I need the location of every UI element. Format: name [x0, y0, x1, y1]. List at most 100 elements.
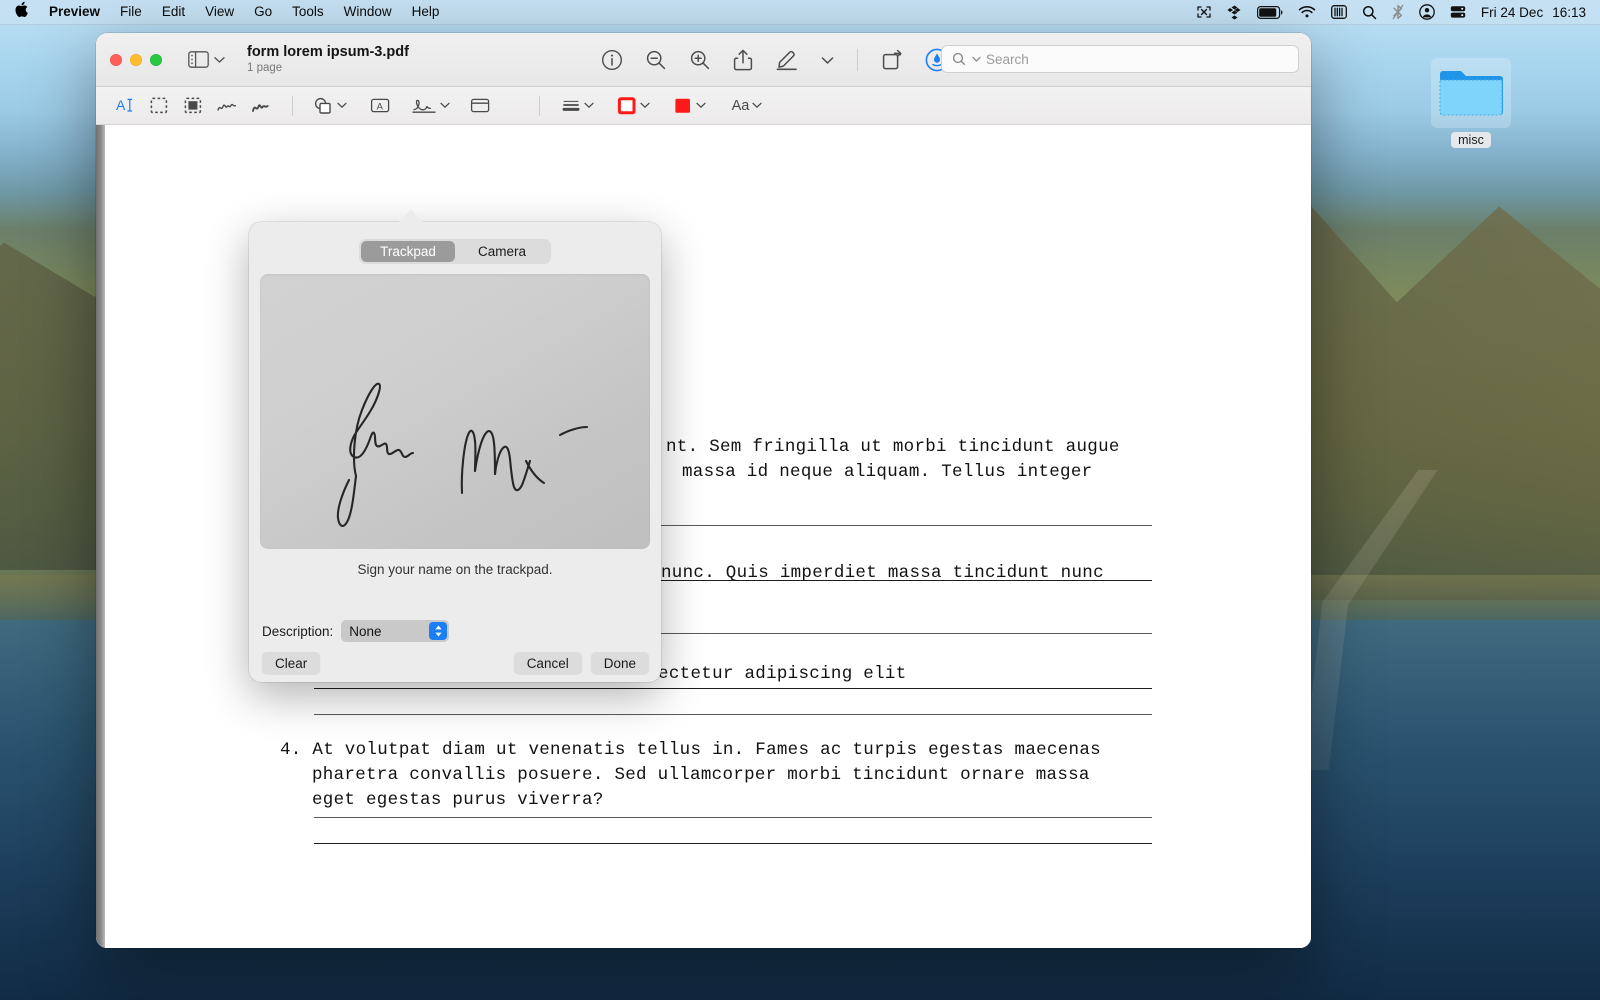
info-icon[interactable] — [601, 49, 623, 71]
sidebar-icon — [188, 51, 209, 68]
trackpad-signature-canvas[interactable] — [260, 274, 650, 549]
form-rule — [314, 817, 1152, 818]
page-title: form lorem ipsum-3.pdf — [247, 44, 409, 61]
zoom-out-icon[interactable] — [645, 49, 667, 71]
svg-text:A: A — [377, 101, 384, 112]
document-title-block: form lorem ipsum-3.pdf 1 page — [247, 44, 409, 76]
now-playing-icon[interactable] — [1450, 3, 1466, 21]
form-rule — [314, 714, 1152, 715]
signature-source-tabs: Trackpad Camera — [359, 239, 551, 264]
dropbox-icon[interactable] — [1227, 3, 1242, 21]
menu-item-tools[interactable]: Tools — [282, 3, 334, 21]
signature-drawing — [260, 274, 650, 549]
form-rule — [314, 688, 1152, 689]
menu-item-help[interactable]: Help — [402, 3, 450, 21]
menu-item-window[interactable]: Window — [334, 3, 402, 21]
markup-pen-icon[interactable] — [775, 49, 799, 71]
border-color-tool[interactable] — [610, 93, 656, 119]
signature-popover: Trackpad Camera Sign your name o — [249, 222, 661, 682]
instant-alpha-tool[interactable] — [176, 93, 210, 119]
description-value: None — [349, 624, 381, 639]
document-area[interactable]: nt. Sem fringilla ut morbi tincidunt aug… — [96, 125, 1311, 948]
document-line: nt. Sem fringilla ut morbi tincidunt aug… — [666, 435, 1120, 460]
rectangular-selection-tool[interactable] — [142, 93, 176, 119]
bluetooth-off-icon[interactable] — [1392, 3, 1404, 21]
form-rule — [314, 843, 1152, 844]
toolbar-tools — [601, 33, 949, 87]
share-icon[interactable] — [733, 49, 753, 71]
close-button[interactable] — [110, 54, 122, 66]
markup-chevron-icon[interactable] — [821, 56, 834, 65]
document-line: pharetra convallis posuere. Sed ullamcor… — [312, 763, 1090, 788]
zoom-button[interactable] — [150, 54, 162, 66]
menu-bar: Preview File Edit View Go Tools Window H… — [0, 0, 1600, 25]
markup-separator-2 — [539, 96, 540, 116]
zoom-in-icon[interactable] — [689, 49, 711, 71]
preview-window: form lorem ipsum-3.pdf 1 page — [96, 33, 1311, 948]
rotate-icon[interactable] — [881, 49, 903, 71]
document-line: 4. At volutpat diam ut venenatis tellus … — [280, 738, 1101, 763]
control-center-icon[interactable] — [1331, 3, 1347, 21]
chevron-down-icon — [584, 102, 594, 109]
user-account-icon[interactable] — [1419, 3, 1435, 21]
desktop-icon-label: misc — [1451, 132, 1491, 148]
shapes-tool[interactable] — [307, 93, 353, 119]
spotlight-search-icon[interactable] — [1362, 3, 1377, 21]
document-line: eget egestas purus viverra? — [312, 788, 604, 813]
battery-icon[interactable] — [1257, 3, 1283, 21]
chevron-down-icon — [337, 102, 347, 109]
wifi-icon[interactable] — [1298, 3, 1316, 21]
text-style-tool[interactable]: Aa — [722, 93, 772, 119]
description-row: Description: None — [262, 620, 449, 642]
document-line: nunc. Quis imperdiet massa tincidunt nun… — [661, 561, 1104, 586]
toolbar-separator — [857, 49, 858, 71]
tab-trackpad[interactable]: Trackpad — [361, 241, 455, 262]
document-line: massa id neque aliquam. Tellus integer — [682, 460, 1092, 485]
sidebar-toggle-button[interactable] — [188, 51, 225, 68]
text-style-label: Aa — [732, 98, 750, 114]
sketch-tool[interactable] — [210, 93, 244, 119]
minimize-button[interactable] — [130, 54, 142, 66]
chevron-down-icon — [640, 102, 650, 109]
signature-hint-text: Sign your name on the trackpad. — [249, 562, 661, 577]
screen-mirroring-icon[interactable] — [1196, 3, 1212, 21]
menu-item-view[interactable]: View — [195, 3, 244, 21]
window-controls — [110, 54, 162, 66]
menu-item-edit[interactable]: Edit — [152, 3, 195, 21]
page-count-label: 1 page — [247, 62, 409, 75]
apple-logo-icon[interactable] — [10, 1, 39, 22]
shape-style-tool[interactable] — [554, 93, 600, 119]
fill-color-tool[interactable] — [666, 93, 712, 119]
markup-toolbar: A A — [96, 87, 1311, 125]
signature-tool[interactable] — [407, 93, 453, 119]
menu-item-file[interactable]: File — [110, 3, 152, 21]
search-chevron-down-icon — [972, 56, 981, 63]
search-icon — [952, 52, 967, 67]
window-titlebar: form lorem ipsum-3.pdf 1 page — [96, 33, 1311, 87]
done-button[interactable]: Done — [591, 652, 649, 674]
page-edge-shadow — [96, 125, 105, 948]
folder-icon[interactable] — [1431, 58, 1511, 128]
popover-buttons: Clear Cancel Done — [262, 652, 649, 674]
cancel-button[interactable]: Cancel — [514, 652, 582, 674]
markup-separator — [292, 96, 293, 116]
search-input[interactable]: Search — [941, 45, 1299, 73]
menu-item-preview[interactable]: Preview — [39, 3, 110, 21]
text-selection-tool[interactable]: A — [108, 93, 142, 119]
chevron-down-icon — [440, 102, 450, 109]
text-tool[interactable]: A — [363, 93, 397, 119]
menu-bar-items: Preview File Edit View Go Tools Window H… — [10, 2, 449, 23]
chevron-down-icon — [214, 56, 225, 64]
description-label: Description: — [262, 624, 333, 639]
stepper-icon[interactable] — [429, 622, 447, 640]
note-tool[interactable] — [463, 93, 497, 119]
desktop-icon-misc[interactable]: misc — [1428, 58, 1514, 148]
draw-tool[interactable] — [244, 93, 278, 119]
menu-bar-clock[interactable]: Fri 24 Dec 16:13 — [1481, 5, 1586, 20]
menu-item-go[interactable]: Go — [244, 3, 282, 21]
chevron-down-icon — [752, 102, 762, 109]
clear-button[interactable]: Clear — [262, 652, 320, 674]
menu-bar-status-icons: Fri 24 Dec 16:13 — [1196, 3, 1586, 21]
description-popup-button[interactable]: None — [341, 620, 449, 642]
tab-camera[interactable]: Camera — [455, 241, 549, 262]
